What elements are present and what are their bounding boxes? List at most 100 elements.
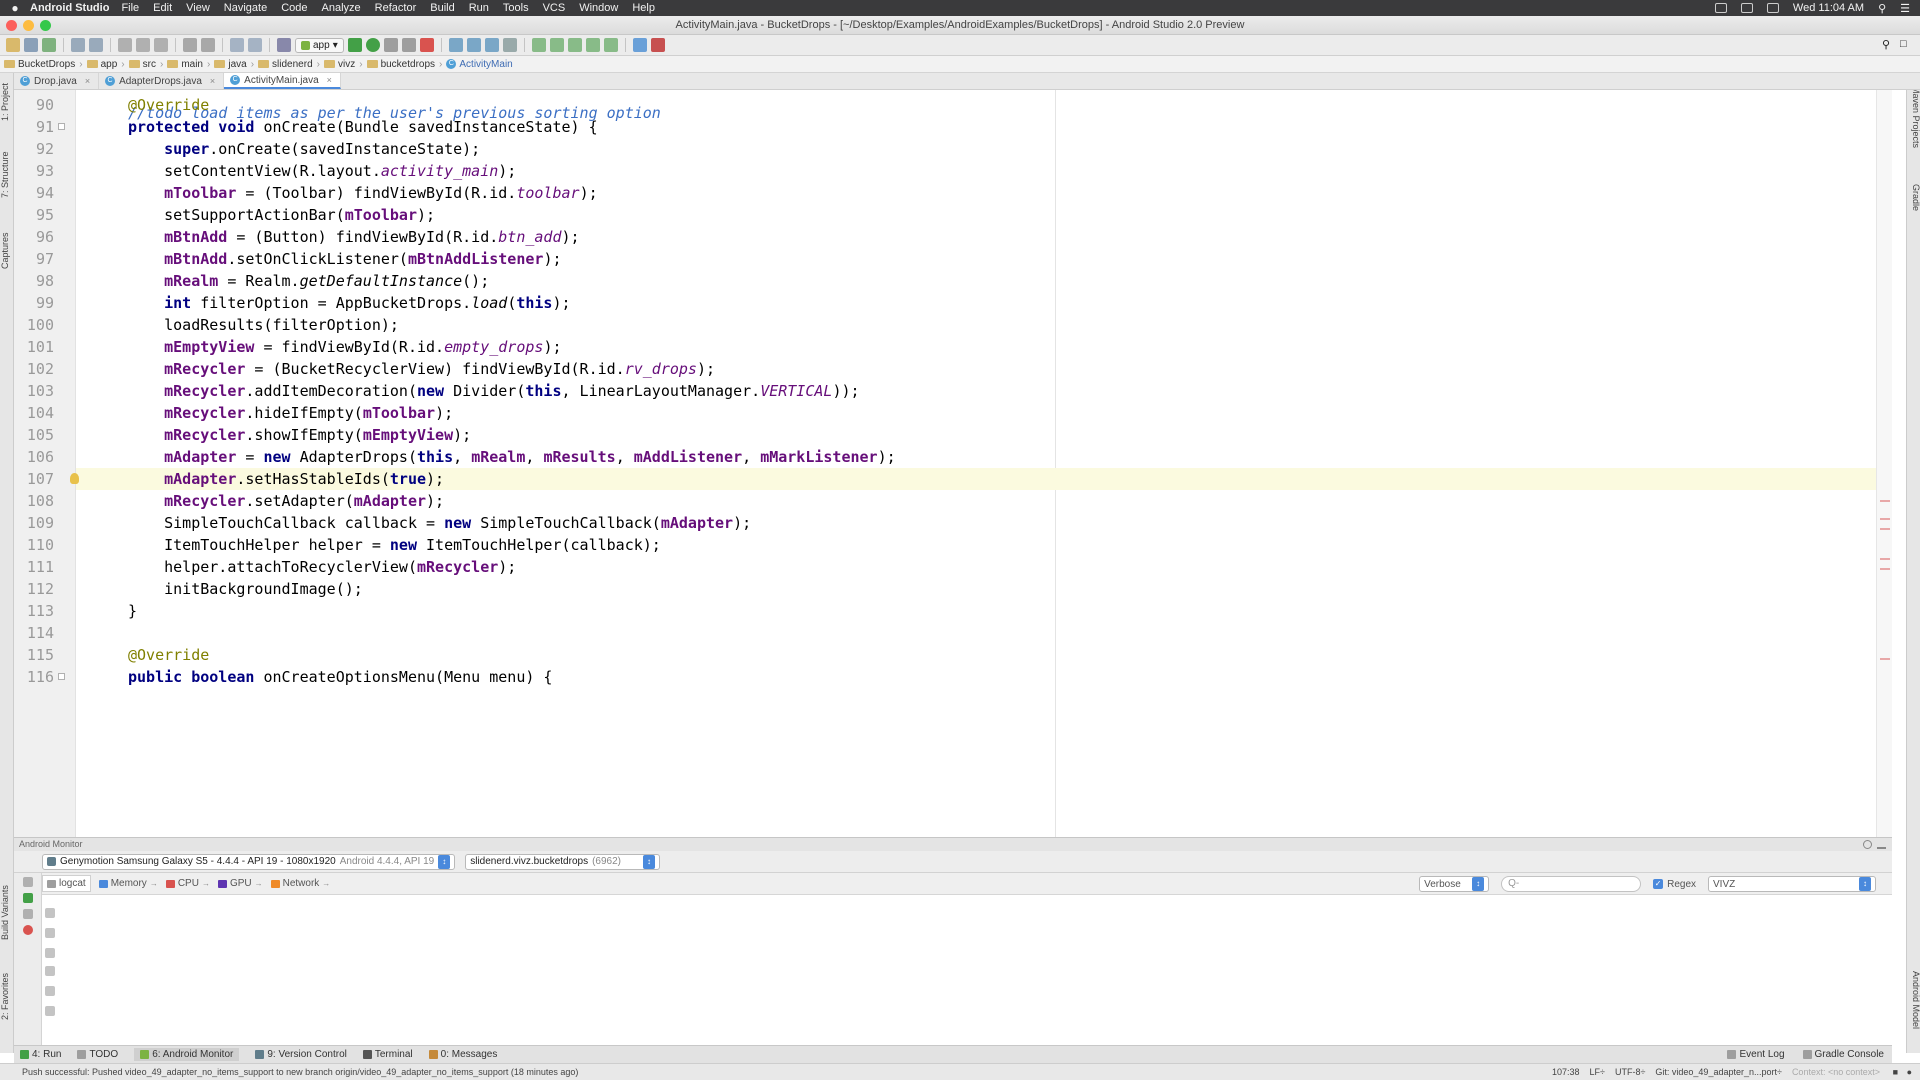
terminate-app-icon[interactable] — [23, 925, 33, 935]
menu-edit[interactable]: Edit — [153, 2, 172, 14]
error-stripe-mark[interactable] — [1880, 518, 1890, 520]
tool-window-event-log[interactable]: Event Log — [1727, 1049, 1785, 1060]
menu-analyze[interactable]: Analyze — [322, 2, 361, 14]
override-marker-icon[interactable] — [58, 673, 65, 680]
error-stripe-mark[interactable] — [1880, 500, 1890, 502]
line-number[interactable]: 114 — [14, 622, 54, 644]
event-log-icon[interactable]: □ — [1900, 38, 1914, 52]
tab-drop-java[interactable]: C Drop.java × — [14, 73, 100, 89]
menu-run[interactable]: Run — [469, 2, 489, 14]
breadcrumb-module[interactable]: app — [86, 59, 117, 70]
git-branch[interactable]: Git: video_49_adapter_n...port÷ — [1655, 1067, 1782, 1077]
screen-record-icon[interactable] — [1714, 3, 1727, 13]
error-stripe-mark[interactable] — [1880, 568, 1890, 570]
code-line[interactable]: 90 @Override — [36, 94, 1892, 116]
screen-record-icon[interactable] — [23, 909, 33, 919]
code-line[interactable]: 111 helper.attachToRecyclerView(mRecycle… — [27, 556, 1892, 578]
notification-center-icon[interactable]: ☰ — [1900, 2, 1910, 15]
breadcrumb-java[interactable]: java — [214, 59, 247, 70]
tool-tab-build-variants[interactable]: Build Variants — [0, 878, 14, 948]
open-folder-icon[interactable] — [6, 38, 20, 52]
regex-checkbox[interactable]: ✓ — [1653, 879, 1664, 889]
tab-network[interactable]: Network → — [270, 878, 330, 889]
tool-window-messages[interactable]: 0: Messages — [428, 1049, 497, 1060]
process-select[interactable]: slidenerd.vivz.bucketdrops (6962) ↕ — [465, 853, 660, 870]
code-editor[interactable]: //todo load items as per the user's prev… — [14, 90, 1892, 837]
code-line[interactable]: 112 initBackgroundImage(); — [27, 578, 1892, 600]
line-number[interactable]: 116 — [14, 666, 54, 688]
line-number[interactable]: 108 — [14, 490, 54, 512]
sdk-manager-icon[interactable] — [585, 38, 600, 52]
search-everywhere-icon[interactable]: ⚲ — [1882, 38, 1896, 52]
tool-tab-project[interactable]: 1: Project — [0, 77, 14, 127]
code-line[interactable]: 107 mAdapter.setHasStableIds(true); — [27, 468, 1892, 490]
down-arrow-icon[interactable] — [45, 966, 55, 976]
line-number[interactable]: 113 — [14, 600, 54, 622]
line-number[interactable]: 103 — [14, 380, 54, 402]
spotlight-search-icon[interactable]: ⚲ — [1878, 2, 1886, 15]
code-line[interactable]: 102 mRecycler = (BucketRecyclerView) fin… — [27, 358, 1892, 380]
menu-tools[interactable]: Tools — [503, 2, 529, 14]
vcs-revert-icon[interactable] — [502, 38, 517, 52]
breadcrumb-package-vivz[interactable]: vivz — [323, 59, 355, 70]
clock[interactable]: Wed 11:04 AM — [1793, 2, 1864, 14]
line-number[interactable]: 106 — [14, 446, 54, 468]
cut-icon[interactable] — [118, 38, 132, 52]
code-line[interactable]: 98 mRealm = Realm.getDefaultInstance(); — [36, 270, 1892, 292]
find-icon[interactable] — [183, 38, 197, 52]
log-level-select[interactable]: Verbose ↕ — [1419, 876, 1490, 892]
menu-help[interactable]: Help — [632, 2, 655, 14]
hide-panel-icon[interactable] — [1877, 840, 1886, 849]
tool-window-gradle-console[interactable]: Gradle Console — [1802, 1049, 1884, 1060]
code-line[interactable]: 92 super.onCreate(savedInstanceState); — [36, 138, 1892, 160]
code-line[interactable]: 115 @Override — [27, 644, 1892, 666]
code-line[interactable]: 110 ItemTouchHelper helper = new ItemTou… — [27, 534, 1892, 556]
redo-icon[interactable] — [89, 38, 103, 52]
code-line[interactable]: 105 mRecycler.showIfEmpty(mEmptyView); — [27, 424, 1892, 446]
inspector-icon[interactable]: ● — [1907, 1067, 1912, 1077]
line-number[interactable]: 90 — [14, 94, 54, 116]
code-line[interactable]: 108 mRecycler.setAdapter(mAdapter); — [27, 490, 1892, 512]
line-number[interactable]: 104 — [14, 402, 54, 424]
line-number[interactable]: 112 — [14, 578, 54, 600]
line-number[interactable]: 107 — [14, 468, 54, 490]
menu-file[interactable]: File — [121, 2, 139, 14]
save-all-icon[interactable] — [24, 38, 38, 52]
breadcrumb-main[interactable]: main — [167, 59, 203, 70]
line-number[interactable]: 109 — [14, 512, 54, 534]
code-line[interactable]: 91 protected void onCreate(Bundle savedIn… — [36, 116, 1892, 138]
tool-window-version-control[interactable]: 9: Version Control — [255, 1049, 347, 1060]
print-icon[interactable] — [45, 1006, 55, 1016]
tool-tab-android-model[interactable]: Android Model — [1907, 965, 1920, 1035]
line-number[interactable]: 111 — [14, 556, 54, 578]
scroll-to-end-icon[interactable] — [45, 928, 55, 938]
bluetooth-icon[interactable] — [1740, 3, 1753, 13]
code-line[interactable]: 109 SimpleTouchCallback callback = new S… — [27, 512, 1892, 534]
apply-changes-icon[interactable] — [448, 38, 463, 52]
line-number[interactable]: 115 — [14, 644, 54, 666]
code-area[interactable]: //todo load items as per the user's prev… — [27, 90, 1892, 837]
screenshot-icon[interactable] — [23, 877, 33, 887]
code-line[interactable]: 113} — [27, 600, 1892, 622]
line-number[interactable]: 91 — [14, 116, 54, 138]
sync-icon[interactable] — [42, 38, 56, 52]
lock-icon[interactable]: ■ — [1893, 1067, 1898, 1077]
tab-memory[interactable]: Memory → — [98, 878, 158, 889]
tab-cpu[interactable]: CPU → — [165, 878, 210, 889]
code-line[interactable]: 96 mBtnAdd = (Button) findViewById(R.id.… — [36, 226, 1892, 248]
undo-icon[interactable] — [71, 38, 85, 52]
menu-view[interactable]: View — [186, 2, 210, 14]
regex-toggle[interactable]: ✓ Regex — [1653, 879, 1696, 890]
copy-icon[interactable] — [136, 38, 150, 52]
code-line[interactable]: 94 mToolbar = (Toolbar) findViewById(R.i… — [36, 182, 1892, 204]
caret-position[interactable]: 107:38 — [1552, 1067, 1580, 1077]
tool-window-terminal[interactable]: Terminal — [362, 1049, 413, 1060]
breadcrumb-class[interactable]: C ActivityMain — [446, 59, 513, 70]
stop-icon[interactable] — [419, 38, 434, 52]
line-number[interactable]: 110 — [14, 534, 54, 556]
replace-icon[interactable] — [201, 38, 215, 52]
tool-tab-favorites[interactable]: 2: Favorites — [0, 966, 14, 1026]
up-arrow-icon[interactable] — [45, 948, 55, 958]
menu-window[interactable]: Window — [579, 2, 618, 14]
coverage-icon[interactable] — [383, 38, 398, 52]
